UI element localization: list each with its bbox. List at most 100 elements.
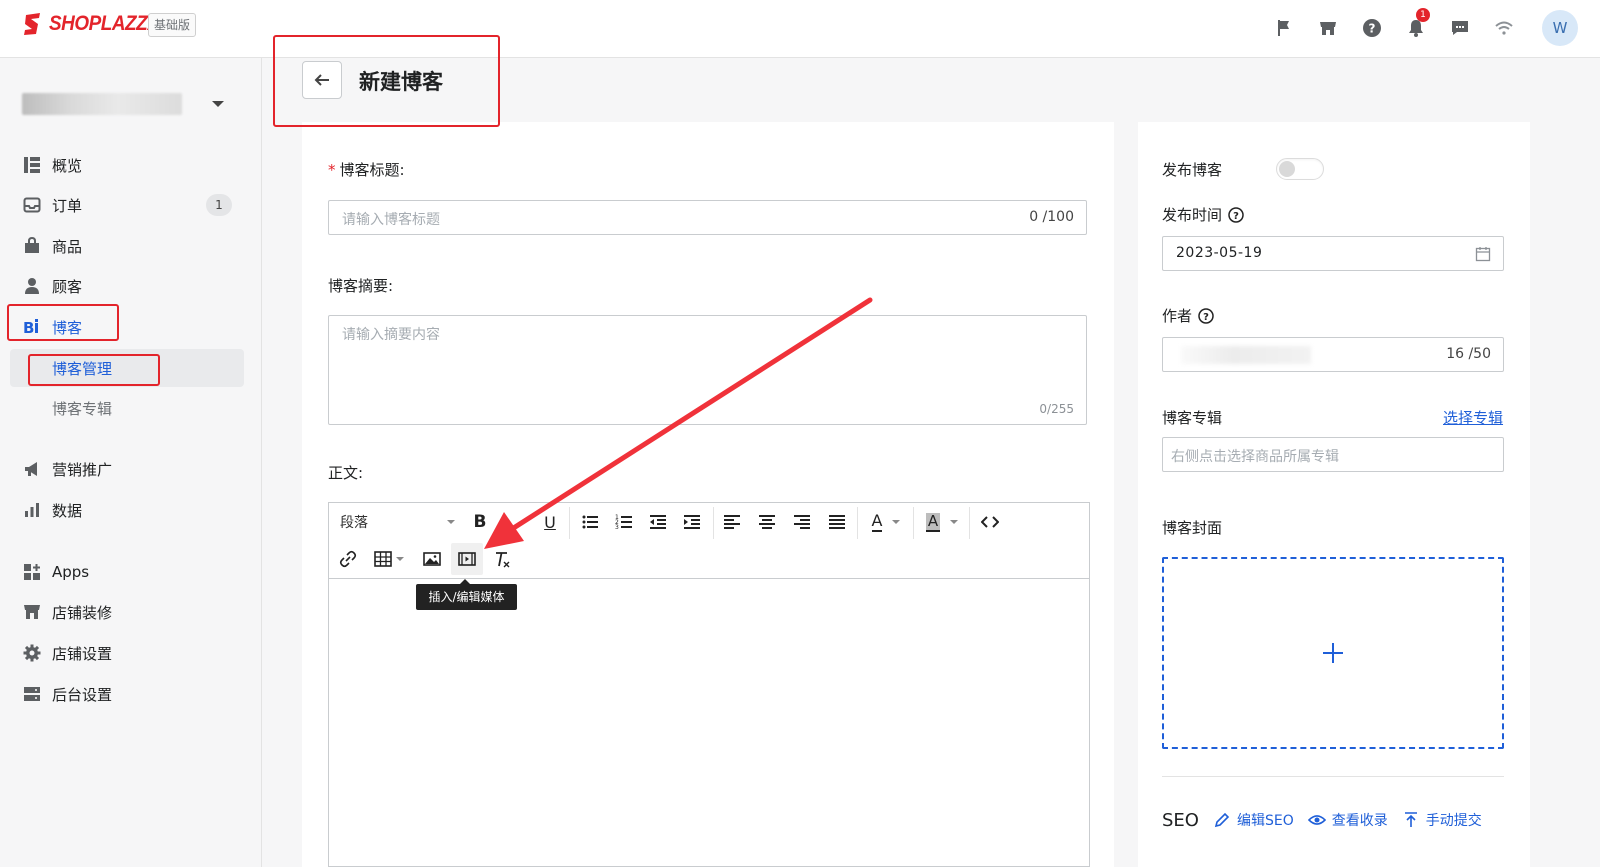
publish-label-text: 发布博客 [1162, 161, 1223, 179]
toolbar-separator [569, 507, 570, 539]
bar-chart-icon [22, 500, 42, 520]
required-mark: * [328, 161, 336, 179]
toolbar-separator [857, 507, 858, 539]
sidebar-item-analytics[interactable]: 数据 [22, 494, 242, 526]
view-indexing-link[interactable]: 查看收录 [1307, 810, 1388, 830]
manual-submit-link[interactable]: 手动提交 [1402, 810, 1482, 830]
image-button[interactable] [417, 544, 447, 574]
insert-media-tooltip: 插入/编辑媒体 [416, 579, 517, 610]
code-icon [981, 516, 999, 528]
dashboard-icon [22, 155, 42, 175]
insert-media-button[interactable] [451, 543, 483, 575]
sidebar-item-marketing[interactable]: 营销推广 [22, 453, 242, 485]
clear-format-button[interactable] [487, 544, 517, 574]
sidebar-subitem-blog-manage[interactable]: 博客管理 [10, 349, 244, 387]
sidebar-item-label: 博客 [52, 318, 83, 337]
store-selector[interactable] [22, 90, 232, 118]
publish-toggle[interactable] [1276, 158, 1324, 180]
toolbar-separator [713, 507, 714, 539]
sidebar-item-overview[interactable]: 概览 [22, 149, 242, 181]
indent-button[interactable] [677, 507, 707, 537]
sidebar-item-apps[interactable]: Apps [22, 556, 242, 588]
publish-label: 发布博客 [1162, 159, 1222, 180]
numbered-list-button[interactable]: 123 [609, 507, 639, 537]
select-album-link[interactable]: 选择专辑 [1443, 407, 1503, 428]
svg-text:3: 3 [615, 524, 619, 531]
cover-label: 博客封面 [1162, 517, 1222, 538]
sidebar-item-theme[interactable]: 店铺装修 [22, 596, 242, 628]
image-icon [423, 552, 441, 566]
megaphone-icon [22, 459, 42, 479]
toggle-knob [1279, 161, 1295, 177]
table-button[interactable] [369, 544, 409, 574]
summary-counter: 0/255 [1039, 402, 1074, 416]
publish-time-label-text: 发布时间 [1162, 206, 1223, 224]
toolbar-separator [913, 507, 914, 539]
outdent-button[interactable] [643, 507, 673, 537]
caret-down-icon [212, 101, 224, 107]
back-button[interactable] [302, 61, 342, 99]
album-placeholder: 右侧点击选择商品所属专辑 [1171, 449, 1339, 465]
author-input[interactable]: 16 /50 [1162, 337, 1504, 372]
summary-label: 博客摘要: [328, 277, 394, 295]
flag-icon[interactable] [1262, 8, 1306, 48]
sidebar-subitem-label: 博客专辑 [52, 399, 113, 418]
question-circle-icon[interactable]: ? [1198, 307, 1214, 324]
cover-upload-area[interactable] [1162, 557, 1504, 749]
sidebar-item-blog[interactable]: B 博客 [22, 311, 242, 343]
blog-title-input[interactable]: 请输入博客标题 0 /100 [328, 200, 1087, 235]
align-center-button[interactable] [752, 507, 782, 537]
align-right-icon [794, 515, 810, 529]
sidebar-item-orders[interactable]: 订单 1 [22, 189, 242, 221]
align-right-button[interactable] [787, 507, 817, 537]
source-code-button[interactable] [975, 507, 1005, 537]
sidebar-item-customers[interactable]: 顾客 [22, 270, 242, 302]
brand-name: SHOPLAZZA [49, 12, 161, 35]
editor-toolbar: 段落 B U 123 A A [329, 503, 1089, 579]
blog-icon: B [22, 317, 42, 337]
underline-button[interactable]: U [537, 507, 563, 537]
wifi-icon[interactable] [1482, 8, 1526, 48]
bullet-list-button[interactable] [575, 507, 605, 537]
edit-seo-link[interactable]: 编辑SEO [1213, 810, 1294, 830]
numbered-list-icon: 123 [615, 514, 632, 531]
sidebar-item-label: 商品 [52, 237, 83, 256]
summary-placeholder: 请输入摘要内容 [342, 327, 440, 343]
justify-button[interactable] [822, 507, 852, 537]
chat-icon[interactable] [1438, 8, 1482, 48]
indent-icon [684, 515, 700, 529]
bold-button[interactable]: B [467, 507, 493, 537]
bell-icon[interactable]: 1 [1394, 8, 1438, 48]
album-label: 博客专辑 [1162, 407, 1222, 428]
avatar[interactable]: W [1542, 10, 1578, 46]
sidebar-subitem-label: 博客管理 [52, 359, 113, 378]
rich-text-editor[interactable]: 段落 B U 123 A A [328, 502, 1090, 867]
publish-date-input[interactable]: 2023-05-19 [1162, 236, 1504, 271]
gear-icon [22, 643, 42, 663]
album-input[interactable]: 右侧点击选择商品所属专辑 [1162, 437, 1504, 472]
outdent-icon [650, 515, 666, 529]
help-icon[interactable]: ? [1350, 8, 1394, 48]
inbox-icon [22, 195, 42, 215]
body-label: 正文: [328, 464, 364, 482]
background-color-icon: A [925, 511, 941, 532]
store-icon[interactable] [1306, 8, 1350, 48]
link-button[interactable] [333, 544, 363, 574]
sidebar-subitem-blog-album[interactable]: 博客专辑 [10, 389, 244, 427]
bullet-list-icon [582, 515, 598, 529]
sidebar-item-products[interactable]: 商品 [22, 230, 242, 262]
calendar-icon[interactable] [1475, 246, 1491, 262]
sidebar-item-admin-settings[interactable]: 后台设置 [22, 678, 242, 710]
toolbar-separator [969, 507, 970, 539]
text-color-button[interactable]: A [863, 507, 909, 537]
paragraph-format-select[interactable]: 段落 [335, 507, 455, 537]
background-color-button[interactable]: A [919, 507, 965, 537]
sidebar-item-label: 营销推广 [52, 460, 113, 479]
sidebar-item-store-settings[interactable]: 店铺设置 [22, 637, 242, 669]
title-counter: 0 /100 [1029, 209, 1074, 225]
align-left-button[interactable] [717, 507, 747, 537]
clear-format-icon [496, 552, 510, 568]
text-color-icon: A [871, 511, 883, 532]
question-circle-icon[interactable]: ? [1228, 206, 1244, 223]
blog-summary-textarea[interactable]: 请输入摘要内容 0/255 [328, 315, 1087, 425]
